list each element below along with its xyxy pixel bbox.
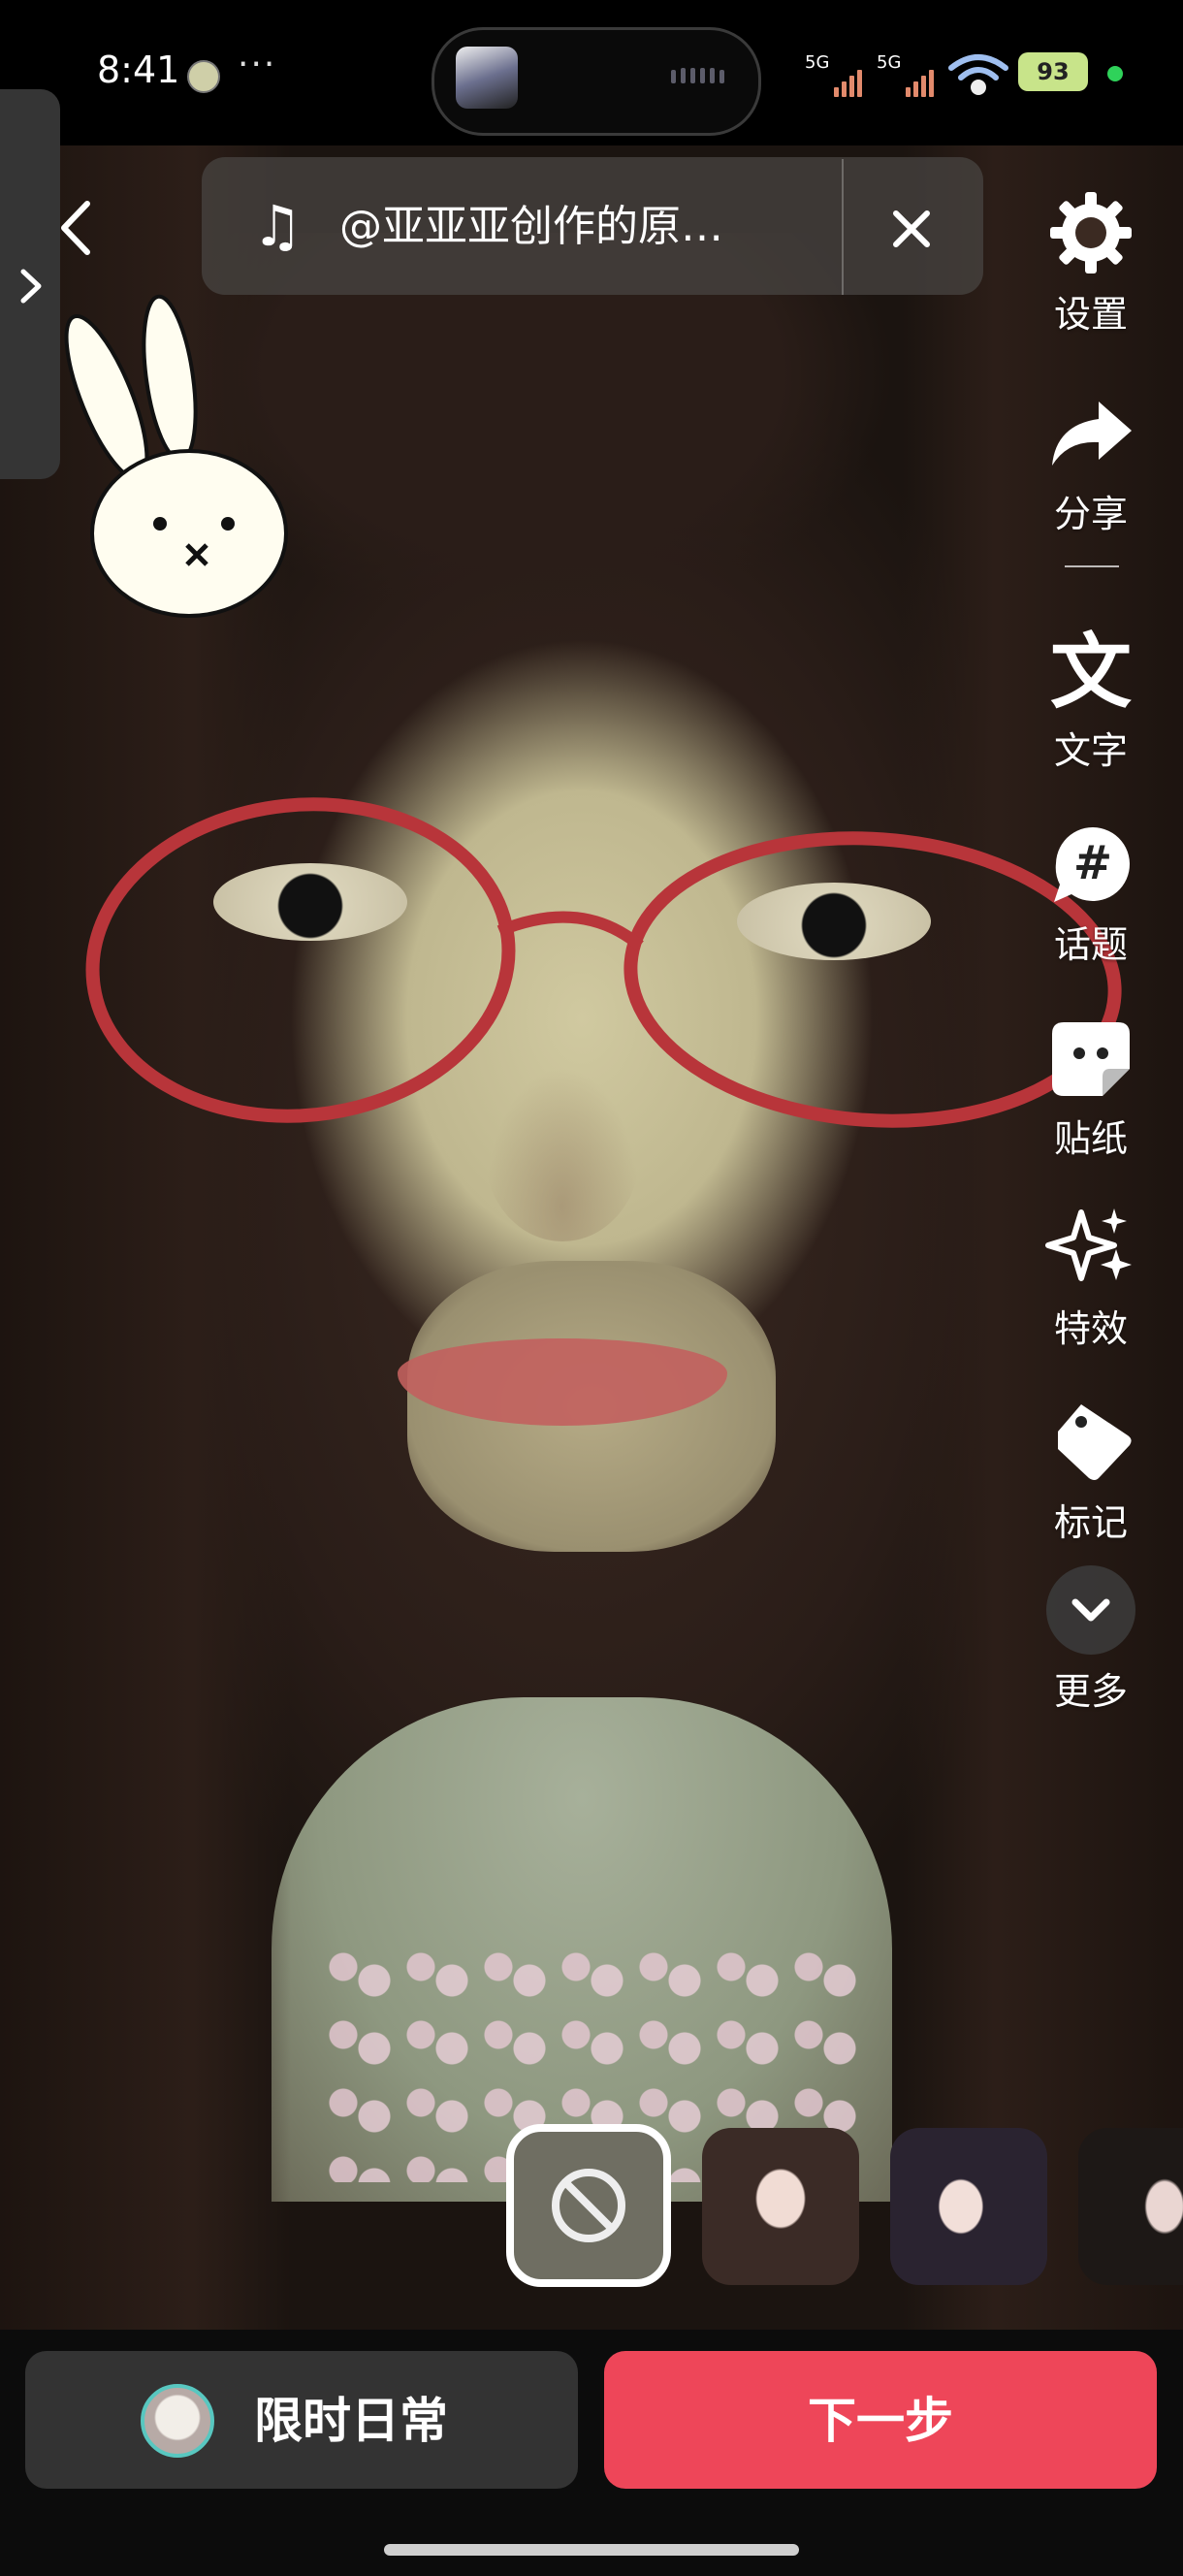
settings-label: 设置 (1053, 293, 1128, 336)
chevron-right-icon (20, 269, 42, 304)
status-more-dots: ··· (238, 45, 277, 84)
sticker-icon (1052, 1022, 1130, 1096)
hashtag-icon: # (1054, 827, 1130, 902)
tag-button[interactable]: 标记 (1023, 1393, 1159, 1546)
cellular-signal-icon: 5G (805, 52, 869, 97)
signal-1-label: 5G (805, 52, 830, 73)
bunny-sticker[interactable] (53, 291, 305, 640)
svg-text:#: # (1073, 836, 1112, 890)
sticker-button[interactable]: 贴纸 (1023, 1009, 1159, 1162)
cellular-signal-icon: 5G (877, 52, 941, 97)
home-indicator[interactable] (384, 2544, 799, 2556)
filter-thumbnail-2[interactable] (890, 2128, 1047, 2285)
text-button[interactable]: 文 文字 (1023, 621, 1159, 774)
effects-label: 特效 (1053, 1307, 1128, 1350)
glasses-sticker[interactable] (58, 786, 1144, 1135)
sparkle-icon (1045, 1208, 1132, 1281)
chevron-down-icon (1046, 1565, 1135, 1655)
topic-button[interactable]: # 话题 (1023, 815, 1159, 968)
gear-icon (1050, 192, 1132, 274)
status-time: 8:41 (97, 48, 180, 91)
topic-label: 话题 (1053, 923, 1128, 966)
share-label: 分享 (1053, 493, 1128, 535)
share-button[interactable]: 分享 (1023, 384, 1159, 537)
avatar (141, 2384, 214, 2458)
next-step-label: 下一步 (808, 2393, 953, 2449)
effects-button[interactable]: 特效 (1023, 1199, 1159, 1352)
settings-button[interactable]: 设置 (1023, 184, 1159, 338)
tag-icon (1058, 1404, 1132, 1480)
signal-2-label: 5G (877, 52, 902, 73)
privacy-indicator-dot (1107, 66, 1123, 81)
tag-label: 标记 (1053, 1501, 1128, 1544)
text-label: 文字 (1053, 729, 1128, 772)
audio-wave-icon (671, 62, 729, 89)
battery-icon: 93 (1018, 52, 1088, 91)
filter-thumbnail-3[interactable] (1078, 2128, 1183, 2285)
back-button[interactable] (48, 194, 107, 262)
no-filter-icon (552, 2169, 625, 2242)
music-title[interactable]: @亚亚亚创作的原… (339, 199, 723, 255)
filter-thumbnail-1[interactable] (702, 2128, 859, 2285)
more-label: 更多 (1053, 1670, 1128, 1713)
wifi-icon (948, 54, 1008, 95)
svg-text:文: 文 (1050, 625, 1132, 718)
music-note-icon: ♫ (252, 193, 303, 259)
close-icon[interactable] (873, 190, 950, 268)
limited-daily-label: 限时日常 (254, 2393, 448, 2449)
filter-none-button[interactable] (506, 2124, 671, 2287)
app-status-icon (187, 60, 220, 93)
toolbar-divider (1065, 565, 1119, 567)
share-arrow-icon (1052, 402, 1132, 466)
text-icon: 文 (1050, 625, 1132, 720)
music-bar-divider (842, 159, 844, 295)
more-button[interactable]: 更多 (1023, 1562, 1159, 1715)
now-playing-thumbnail (456, 47, 518, 109)
sticker-label: 贴纸 (1053, 1117, 1128, 1160)
